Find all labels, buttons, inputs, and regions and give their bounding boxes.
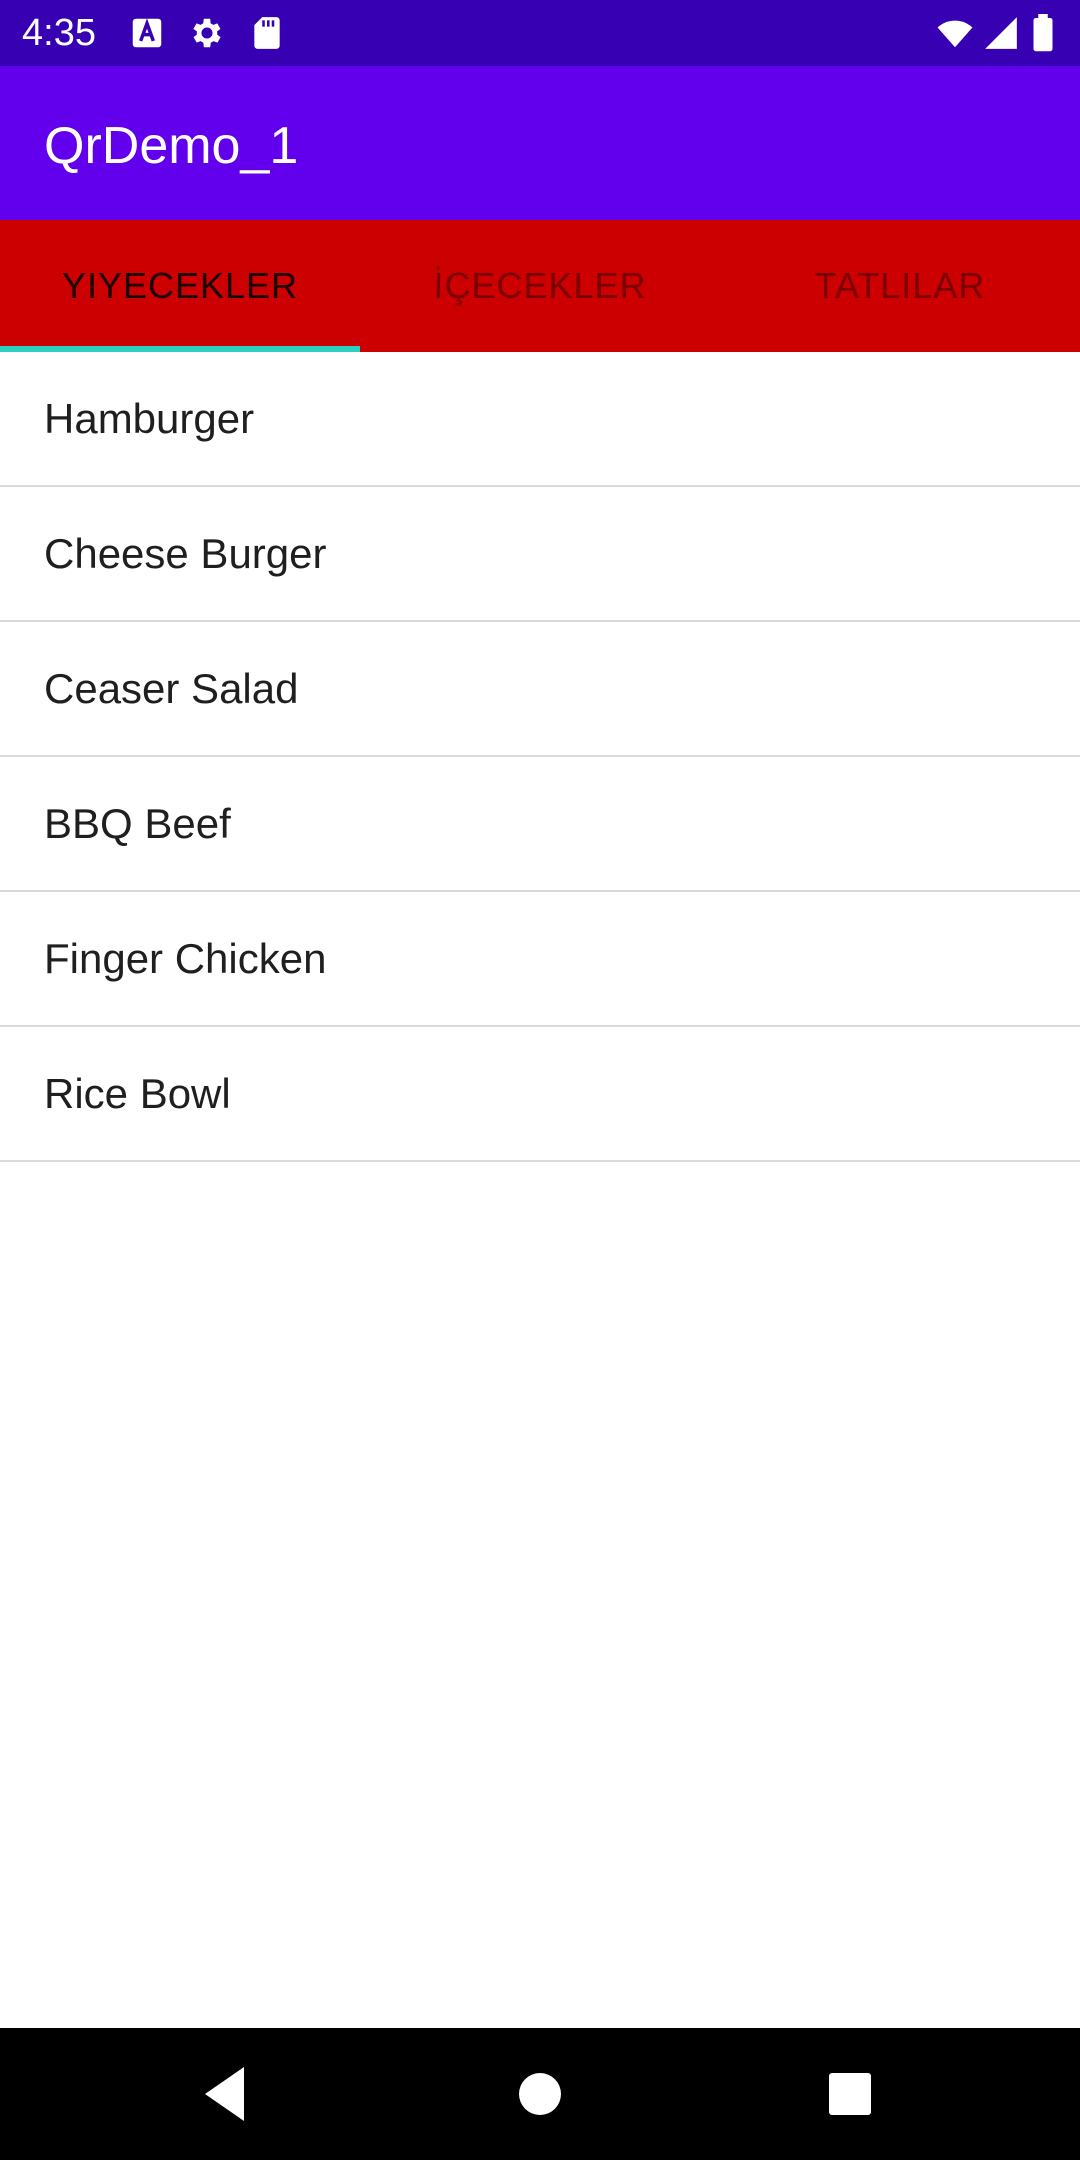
list-item-finger-chicken[interactable]: Finger Chicken bbox=[0, 892, 1080, 1027]
font-a-icon bbox=[128, 14, 166, 52]
tab-label: TATLILAR bbox=[814, 265, 986, 306]
list-item-label: Cheese Burger bbox=[44, 529, 327, 577]
tab-yiyecekler[interactable]: YIYECEKLER bbox=[0, 220, 360, 352]
list-item-label: Ceaser Salad bbox=[44, 664, 299, 712]
gear-icon bbox=[188, 14, 226, 52]
status-time: 4:35 bbox=[22, 12, 96, 54]
sd-card-icon bbox=[248, 14, 286, 52]
list-item-label: Rice Bowl bbox=[44, 1069, 231, 1117]
cell-signal-icon bbox=[982, 14, 1020, 52]
tab-label: İÇECEKLER bbox=[433, 265, 647, 306]
app-title: QrDemo_1 bbox=[44, 117, 299, 175]
recents-icon[interactable] bbox=[814, 2058, 886, 2130]
list-item-bbq-beef[interactable]: BBQ Beef bbox=[0, 757, 1080, 892]
app-bar: QrDemo_1 bbox=[0, 66, 1080, 220]
battery-icon bbox=[1030, 14, 1056, 52]
list-item-label: Hamburger bbox=[44, 394, 255, 442]
home-icon[interactable] bbox=[504, 2058, 576, 2130]
list-item-label: BBQ Beef bbox=[44, 799, 231, 847]
list-item-hamburger[interactable]: Hamburger bbox=[0, 352, 1080, 487]
back-icon[interactable] bbox=[190, 2058, 262, 2130]
list-item-rice-bowl[interactable]: Rice Bowl bbox=[0, 1027, 1080, 1162]
list-item-label: Finger Chicken bbox=[44, 934, 327, 982]
status-bar: 4:35 bbox=[0, 0, 1080, 66]
list-item-ceaser-salad[interactable]: Ceaser Salad bbox=[0, 622, 1080, 757]
screen: 4:35 QrDemo_1 YIYECEKLER İÇECEKLER TATLI… bbox=[0, 0, 1080, 2160]
tab-icecekler[interactable]: İÇECEKLER bbox=[360, 220, 720, 352]
tab-tatlilar[interactable]: TATLILAR bbox=[720, 220, 1080, 352]
menu-list: Hamburger Cheese Burger Ceaser Salad BBQ… bbox=[0, 352, 1080, 1162]
tab-bar: YIYECEKLER İÇECEKLER TATLILAR bbox=[0, 220, 1080, 352]
wifi-icon bbox=[934, 14, 976, 52]
list-item-cheese-burger[interactable]: Cheese Burger bbox=[0, 487, 1080, 622]
tab-label: YIYECEKLER bbox=[61, 265, 299, 306]
navigation-bar bbox=[0, 2028, 1080, 2160]
